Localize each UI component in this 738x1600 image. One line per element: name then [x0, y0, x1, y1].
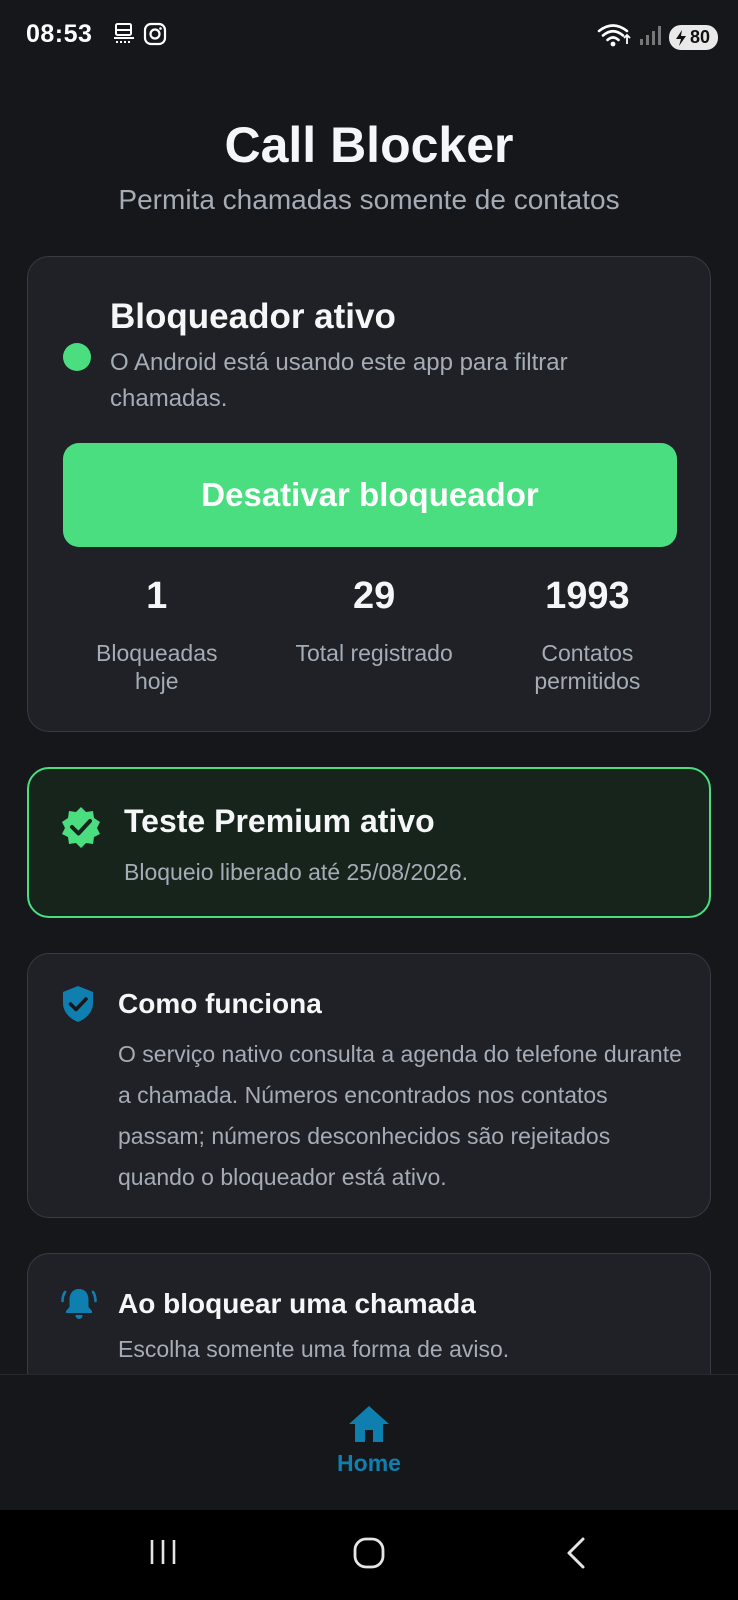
stat-label: Total registrado — [295, 640, 453, 666]
app-subtitle: Permita chamadas somente de contatos — [118, 184, 620, 215]
home-icon — [346, 1406, 392, 1449]
premium-trial-card: Teste Premium ativo Bloqueio liberado at… — [27, 767, 711, 918]
bell-icon — [60, 1284, 98, 1327]
verified-badge-icon — [59, 805, 103, 854]
wifi-icon — [597, 22, 631, 53]
status-bar: 08:53 80 — [0, 0, 738, 70]
stats-row: 1 Bloqueadas hoje 29 Total registrado 19… — [46, 575, 694, 695]
app-title: Call Blocker — [224, 117, 514, 173]
nav-home-label: Home — [337, 1450, 401, 1476]
how-it-works-card: Como funciona O serviço nativo consulta … — [27, 953, 711, 1218]
stat-value: 1 — [146, 575, 168, 617]
shield-check-icon — [60, 984, 96, 1029]
notification-icon — [112, 22, 136, 51]
stat-value: 1993 — [545, 575, 630, 617]
nav-tab-home[interactable]: Home — [319, 1403, 419, 1477]
stat-blocked-today: 1 Bloqueadas hoje — [46, 575, 268, 695]
instagram-icon — [143, 22, 167, 51]
system-navigation-bar — [0, 1510, 738, 1600]
status-time: 08:53 — [26, 20, 93, 48]
on-block-description: Escolha somente uma forma de aviso. — [118, 1336, 510, 1362]
premium-title: Teste Premium ativo — [124, 803, 435, 839]
blocker-status-card: Bloqueador ativo O Android está usando e… — [27, 256, 711, 732]
premium-description: Bloqueio liberado até 25/08/2026. — [124, 859, 469, 885]
battery-level: 80 — [689, 27, 710, 47]
bottom-navigation: Home — [0, 1374, 738, 1510]
screen: 08:53 80 Call Blocker Permita chamadas s… — [0, 0, 738, 1600]
recent-apps-icon[interactable] — [147, 1536, 179, 1573]
stat-allowed-contacts: 1993 Contatos permitidos — [481, 575, 694, 695]
status-title: Bloqueador ativo — [110, 297, 396, 336]
battery-icon: 80 — [668, 25, 718, 50]
signal-icon — [639, 24, 661, 51]
stat-label: Bloqueadas hoje — [96, 640, 218, 694]
status-description: O Android está usando este app para filt… — [110, 349, 568, 412]
stat-value: 29 — [352, 575, 396, 617]
on-block-title: Ao bloquear uma chamada — [118, 1288, 476, 1319]
back-icon[interactable] — [564, 1536, 588, 1575]
deactivate-blocker-button[interactable]: Desativar bloqueador — [63, 443, 677, 547]
stat-label: Contatos permitidos — [534, 640, 641, 694]
how-description: O serviço nativo consulta a agenda do te… — [118, 1041, 682, 1190]
status-indicator — [63, 343, 91, 371]
status-right: 80 — [597, 22, 718, 53]
home-button-icon[interactable] — [352, 1536, 386, 1575]
stat-total-registered: 29 Total registrado — [268, 575, 481, 695]
how-title: Como funciona — [118, 988, 322, 1019]
